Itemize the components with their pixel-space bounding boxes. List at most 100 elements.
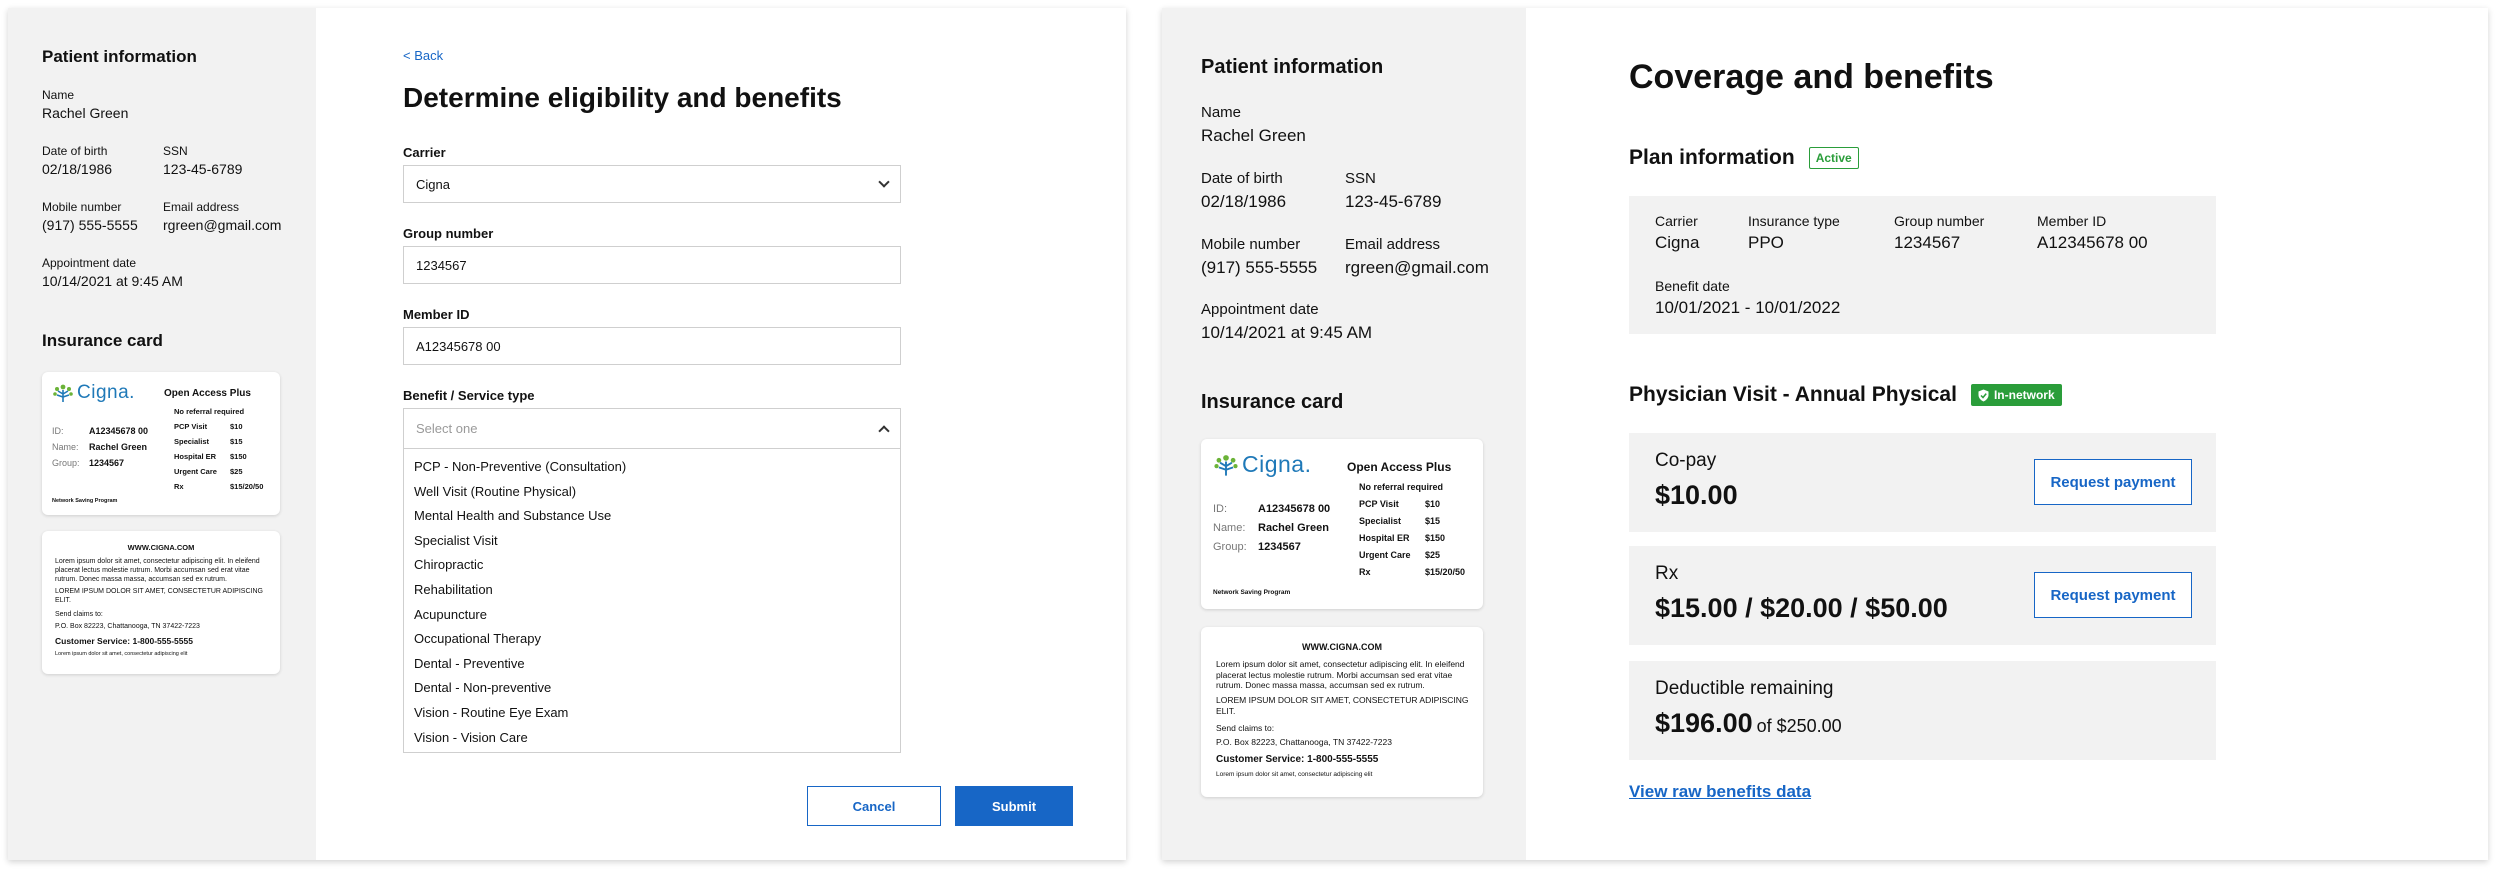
benefit-type-select[interactable]: Select one bbox=[403, 408, 901, 449]
benefit-label: Specialist bbox=[174, 437, 210, 446]
claims-address: P.O. Box 82223, Chattanooga, TN 37422-72… bbox=[1216, 737, 1392, 747]
plan-name: Open Access Plus bbox=[164, 388, 251, 399]
benefit-date-label: Benefit date bbox=[1655, 278, 1730, 294]
copay-box: Co-pay $10.00 Request payment bbox=[1629, 433, 2216, 532]
request-payment-button[interactable]: Request payment bbox=[2034, 572, 2192, 618]
group-number-input[interactable]: 1234567 bbox=[403, 246, 901, 284]
dropdown-option[interactable]: Vision - Vision Care bbox=[404, 726, 900, 751]
card-name-value: Rachel Green bbox=[1258, 522, 1329, 534]
coverage-screen: Patient information Name Rachel Green Da… bbox=[1162, 8, 2488, 860]
carrier-select-value: Cigna bbox=[416, 176, 450, 192]
patient-name-field: Name Rachel Green bbox=[1201, 104, 1306, 146]
page-title: Coverage and benefits bbox=[1629, 58, 1994, 96]
rx-box: Rx $15.00 / $20.00 / $50.00 Request paym… bbox=[1629, 546, 2216, 645]
cancel-button[interactable]: Cancel bbox=[807, 786, 941, 826]
email-label: Email address bbox=[1345, 236, 1441, 253]
card-fine-print: Lorem ipsum dolor sit amet, consectetur … bbox=[55, 651, 188, 657]
no-referral-text: No referral required bbox=[174, 407, 245, 416]
patient-sidebar: Patient information Name Rachel Green Da… bbox=[8, 8, 316, 860]
member-id-input[interactable]: A12345678 00 bbox=[403, 327, 901, 365]
insurance-card-title: Insurance card bbox=[42, 331, 163, 350]
benefit-date-value: 10/01/2021 - 10/01/2022 bbox=[1655, 298, 1841, 317]
card-fine-print: Lorem ipsum dolor sit amet, consectetur … bbox=[1216, 771, 1373, 778]
status-badge: Active bbox=[1808, 147, 1859, 169]
network-saving-text: Network Saving Program bbox=[1213, 589, 1291, 596]
dropdown-option[interactable]: Rehabilitation bbox=[404, 578, 900, 603]
card-group-label: Group: bbox=[1213, 541, 1247, 553]
claims-address: P.O. Box 82223, Chattanooga, TN 37422-72… bbox=[55, 623, 200, 630]
benefit-label: PCP Visit bbox=[174, 422, 208, 431]
benefit-date-field: Benefit date 10/01/2021 - 10/01/2022 bbox=[1655, 278, 1840, 318]
appointment-label: Appointment date bbox=[1201, 301, 1319, 318]
dropdown-option[interactable]: Dental - Non-preventive bbox=[404, 676, 900, 701]
card-id-value: A12345678 00 bbox=[89, 426, 149, 436]
card-name-row: Name: Rachel Green bbox=[1213, 522, 1329, 534]
chevron-up-icon bbox=[878, 424, 890, 437]
deductible-label: Deductible remaining bbox=[1655, 678, 1834, 699]
network-badge-label: In-network bbox=[1993, 388, 2055, 402]
dropdown-option[interactable]: PCP - Non-Preventive (Consultation) bbox=[404, 455, 900, 480]
card-group-row: Group: 1234567 bbox=[1213, 541, 1301, 553]
mobile-label: Mobile number bbox=[42, 200, 122, 214]
dropdown-option[interactable]: Chiropractic bbox=[404, 553, 900, 578]
group-number-label: Group number bbox=[403, 226, 494, 241]
benefit-row: Hospital ER $150 bbox=[174, 452, 247, 461]
insurance-card-front: Cigna. Open Access Plus No referral requ… bbox=[1201, 439, 1483, 609]
benefit-value: $25 bbox=[230, 467, 243, 476]
mobile-field: Mobile number (917) 555-5555 bbox=[1201, 236, 1317, 278]
appointment-value: 10/14/2021 at 9:45 AM bbox=[42, 273, 183, 289]
appointment-field: Appointment date 10/14/2021 at 9:45 AM bbox=[1201, 301, 1372, 343]
card-name-label: Name: bbox=[52, 442, 79, 452]
dob-value: 02/18/1986 bbox=[42, 161, 113, 177]
email-field: Email address rgreen@gmail.com bbox=[1345, 236, 1489, 278]
patient-info-title: Patient information bbox=[42, 47, 197, 66]
insurance-card-title: Insurance card bbox=[1201, 391, 1344, 413]
benefit-label: PCP Visit bbox=[1359, 499, 1399, 509]
dropdown-option[interactable]: Occupational Therapy bbox=[404, 627, 900, 652]
ssn-value: 123-45-6789 bbox=[1345, 192, 1442, 211]
copay-label: Co-pay bbox=[1655, 450, 1717, 471]
card-group-label: Group: bbox=[52, 458, 80, 468]
mobile-value: (917) 555-5555 bbox=[1201, 258, 1318, 277]
dropdown-option[interactable]: Acupuncture bbox=[404, 603, 900, 628]
plan-carrier-field: Carrier Cigna bbox=[1655, 213, 1699, 253]
benefit-value: $150 bbox=[230, 452, 247, 461]
visit-heading: Physician Visit - Annual Physical In-net… bbox=[1629, 383, 2062, 407]
dropdown-option[interactable]: Well Visit (Routine Physical) bbox=[404, 480, 900, 505]
dropdown-option[interactable]: Mental Health and Substance Use bbox=[404, 504, 900, 529]
mobile-label: Mobile number bbox=[1201, 236, 1301, 253]
card-group-row: Group: 1234567 bbox=[52, 458, 124, 468]
card-name-label: Name: bbox=[1213, 522, 1246, 534]
back-link[interactable]: < Back bbox=[403, 48, 443, 63]
carrier-select[interactable]: Cigna bbox=[403, 165, 901, 203]
dob-field: Date of birth 02/18/1986 bbox=[1201, 170, 1286, 212]
submit-button[interactable]: Submit bbox=[955, 786, 1073, 826]
card-id-value: A12345678 00 bbox=[1258, 503, 1331, 515]
email-value: rgreen@gmail.com bbox=[1345, 258, 1489, 277]
view-raw-benefits-link[interactable]: View raw benefits data bbox=[1629, 782, 1811, 802]
cigna-logo: Cigna. bbox=[52, 382, 135, 404]
benefit-label: Urgent Care bbox=[174, 467, 217, 476]
request-payment-button[interactable]: Request payment bbox=[2034, 459, 2192, 505]
benefit-label: Rx bbox=[1359, 567, 1371, 577]
benefit-label: Rx bbox=[174, 482, 184, 491]
dropdown-option[interactable]: Dental - Preventive bbox=[404, 652, 900, 677]
benefit-row: PCP Visit $10 bbox=[174, 422, 243, 431]
plan-info-heading: Plan information Active bbox=[1629, 146, 1859, 170]
mobile-value: (917) 555-5555 bbox=[42, 217, 138, 233]
chevron-down-icon bbox=[878, 175, 890, 188]
patient-name-field: Name Rachel Green bbox=[42, 88, 128, 121]
dropdown-option[interactable]: Vision - Routine Eye Exam bbox=[404, 701, 900, 726]
appointment-field: Appointment date 10/14/2021 at 9:45 AM bbox=[42, 256, 183, 289]
dob-value: 02/18/1986 bbox=[1201, 192, 1287, 211]
benefit-row: PCP Visit $10 bbox=[1359, 499, 1440, 509]
group-number-value: 1234567 bbox=[416, 257, 467, 273]
plan-member-label: Member ID bbox=[2037, 213, 2107, 229]
card-group-value: 1234567 bbox=[1258, 541, 1301, 553]
plan-info-title: Plan information bbox=[1629, 146, 1795, 169]
ssn-field: SSN 123-45-6789 bbox=[1345, 170, 1441, 212]
customer-service-text: Customer Service: 1-800-555-5555 bbox=[1216, 754, 1379, 765]
dob-label: Date of birth bbox=[42, 144, 108, 158]
dropdown-option[interactable]: Specialist Visit bbox=[404, 529, 900, 554]
ssn-label: SSN bbox=[1345, 170, 1376, 187]
